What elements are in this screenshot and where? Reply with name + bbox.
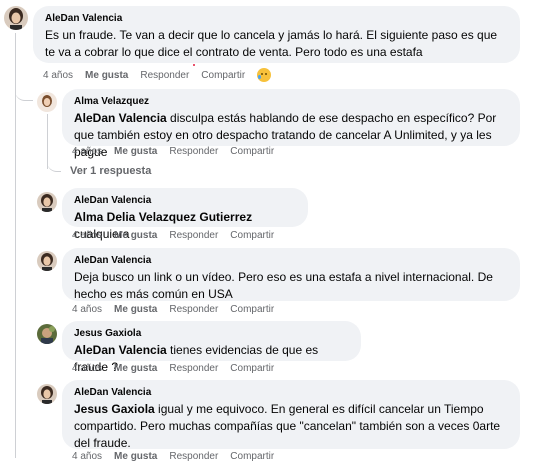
- comment-bubble: AleDan Valencia Deja busco un link o un …: [62, 248, 520, 301]
- avatar-aledan-icon: [4, 6, 28, 30]
- view-replies-connector: [47, 156, 61, 172]
- avatar-alma[interactable]: [37, 92, 57, 112]
- avatar-aledan[interactable]: [37, 192, 57, 212]
- comment-actions: 4 años Me gusta Responder Compartir: [72, 304, 286, 316]
- comment-author[interactable]: AleDan Valencia: [74, 387, 508, 399]
- avatar-aledan[interactable]: [37, 384, 57, 404]
- comment-actions: 4 años Me gusta Responder Compartir: [72, 451, 286, 463]
- mention-link[interactable]: Alma Delia Velazquez Gutierrez: [74, 210, 252, 224]
- share-button[interactable]: Compartir: [230, 363, 274, 375]
- comment-actions: 4 años Me gusta Responder Compartir: [72, 146, 286, 158]
- view-replies-link[interactable]: Ver 1 respuesta: [70, 165, 151, 177]
- reply-button[interactable]: Responder: [169, 230, 218, 242]
- comment-bubble: AleDan Valencia Es un fraude. Te van a d…: [33, 6, 520, 63]
- avatar-jesus[interactable]: [37, 324, 57, 344]
- avatar-aledan-icon: [37, 384, 57, 404]
- comment-bubble: Jesus Gaxiola AleDan Valencia tienes evi…: [62, 321, 361, 374]
- comment-bubble: Alma Velazquez AleDan Valencia disculpa …: [62, 89, 520, 159]
- avatar-alma-icon: [37, 92, 57, 112]
- mention-link[interactable]: Jesus Gaxiola: [74, 402, 155, 416]
- comment-time[interactable]: 4 años: [43, 70, 73, 82]
- comment-author[interactable]: AleDan Valencia: [74, 255, 508, 267]
- comment-time[interactable]: 4 años: [72, 230, 102, 242]
- like-button[interactable]: Me gusta: [114, 230, 157, 242]
- avatar-aledan[interactable]: [4, 6, 28, 30]
- reply-button[interactable]: Responder: [169, 304, 218, 316]
- crying-face-icon[interactable]: [257, 68, 272, 82]
- notification-dot: [193, 64, 195, 66]
- comment-author[interactable]: AleDan Valencia: [74, 195, 296, 207]
- like-button[interactable]: Me gusta: [85, 70, 128, 82]
- comment-author[interactable]: AleDan Valencia: [45, 13, 508, 25]
- avatar-aledan[interactable]: [37, 251, 57, 271]
- like-button[interactable]: Me gusta: [114, 363, 157, 375]
- share-button[interactable]: Compartir: [230, 146, 274, 158]
- reply-button[interactable]: Responder: [140, 70, 189, 82]
- mention-link[interactable]: AleDan Valencia: [74, 111, 167, 125]
- mention-link[interactable]: AleDan Valencia: [74, 343, 167, 357]
- like-button[interactable]: Me gusta: [114, 304, 157, 316]
- comment-bubble: AleDan Valencia Jesus Gaxiola igual y me…: [62, 380, 520, 452]
- avatar-aledan-icon: [37, 251, 57, 271]
- comment-text: Es un fraude. Te van a decir que lo canc…: [45, 27, 508, 61]
- reply-button[interactable]: Responder: [169, 363, 218, 375]
- thread-connector: [15, 80, 33, 101]
- comment-text: Jesus Gaxiola igual y me equivoco. En ge…: [74, 401, 508, 452]
- reply-button[interactable]: Responder: [169, 451, 218, 463]
- comment-actions: 4 años Me gusta Responder Compartir: [72, 363, 286, 375]
- comment-time[interactable]: 4 años: [72, 363, 102, 375]
- like-button[interactable]: Me gusta: [114, 146, 157, 158]
- comment-time[interactable]: 4 años: [72, 146, 102, 158]
- comment-body: Es un fraude. Te van a decir que lo canc…: [45, 28, 498, 59]
- comment-author[interactable]: Alma Velazquez: [74, 96, 508, 108]
- comment-body: Deja busco un link o un vídeo. Pero eso …: [74, 270, 493, 301]
- comment-time[interactable]: 4 años: [72, 304, 102, 316]
- avatar-aledan-icon: [37, 192, 57, 212]
- comment-author[interactable]: Jesus Gaxiola: [74, 328, 349, 340]
- like-button[interactable]: Me gusta: [114, 451, 157, 463]
- avatar-jesus-icon: [37, 324, 57, 344]
- comment-time[interactable]: 4 años: [72, 451, 102, 463]
- comment-text: Deja busco un link o un vídeo. Pero eso …: [74, 269, 508, 303]
- comment-bubble: AleDan Valencia Alma Delia Velazquez Gut…: [62, 188, 308, 241]
- share-button[interactable]: Compartir: [201, 70, 245, 82]
- comment-actions: 4 años Me gusta Responder Compartir: [43, 68, 283, 82]
- comment-actions: 4 años Me gusta Responder Compartir: [72, 230, 286, 242]
- share-button[interactable]: Compartir: [230, 451, 274, 463]
- share-button[interactable]: Compartir: [230, 304, 274, 316]
- share-button[interactable]: Compartir: [230, 230, 274, 242]
- reply-button[interactable]: Responder: [169, 146, 218, 158]
